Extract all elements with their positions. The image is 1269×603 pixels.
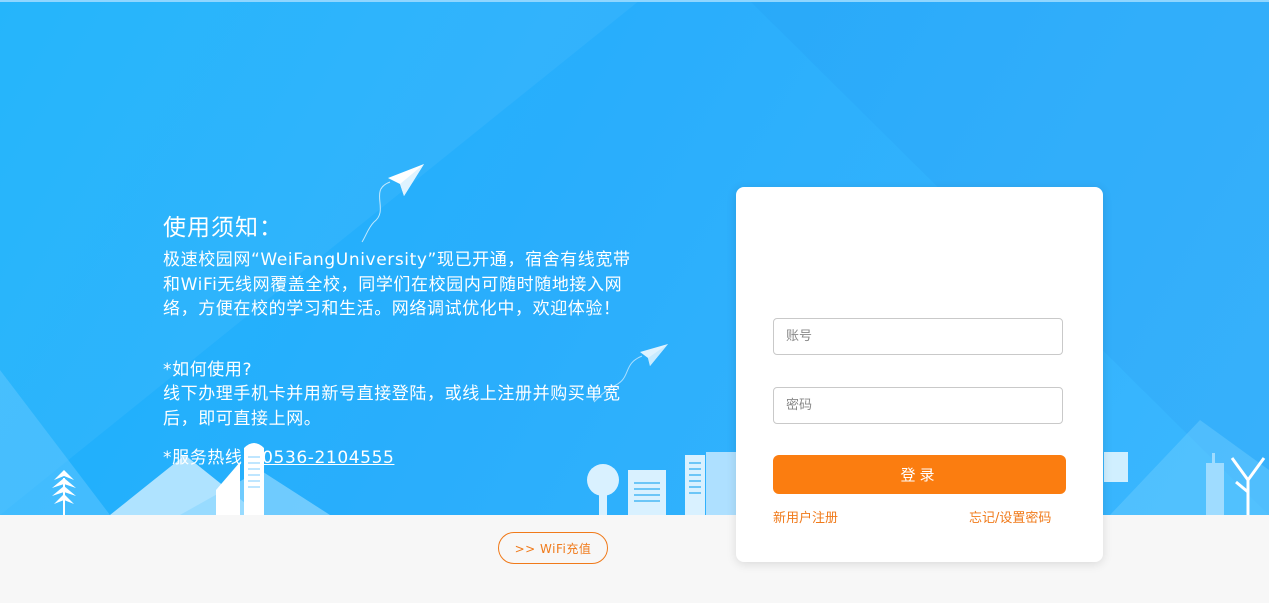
forgot-password-link[interactable]: 忘记/设置密码	[969, 507, 1051, 526]
wifi-recharge-button[interactable]: >> WiFi充值	[498, 532, 608, 564]
account-input[interactable]	[773, 318, 1063, 355]
login-button[interactable]: 登录	[773, 455, 1066, 494]
service-hotline: *服务热线： 0536-2104555	[163, 443, 633, 468]
top-border	[0, 0, 1269, 2]
howto-title: *如何使用?	[163, 359, 253, 380]
notice-title: 使用须知：	[163, 215, 283, 241]
hotline-number[interactable]: 0536-2104555	[262, 448, 394, 468]
login-card: 登录 新用户注册 忘记/设置密码	[736, 187, 1103, 562]
usage-notice: 使用须知： 极速校园网“WeiFangUniversity”现已开通，宿舍有线宽…	[163, 208, 633, 468]
howto-body: 线下办理手机卡并用新号直接登陆，或线上注册并购买单宽后，即可直接上网。	[163, 384, 621, 429]
hotline-label: *服务热线：	[163, 448, 261, 468]
password-input[interactable]	[773, 387, 1063, 424]
notice-body: 极速校园网“WeiFangUniversity”现已开通，宿舍有线宽带和WiFi…	[163, 250, 631, 319]
register-link[interactable]: 新用户注册	[773, 507, 838, 526]
